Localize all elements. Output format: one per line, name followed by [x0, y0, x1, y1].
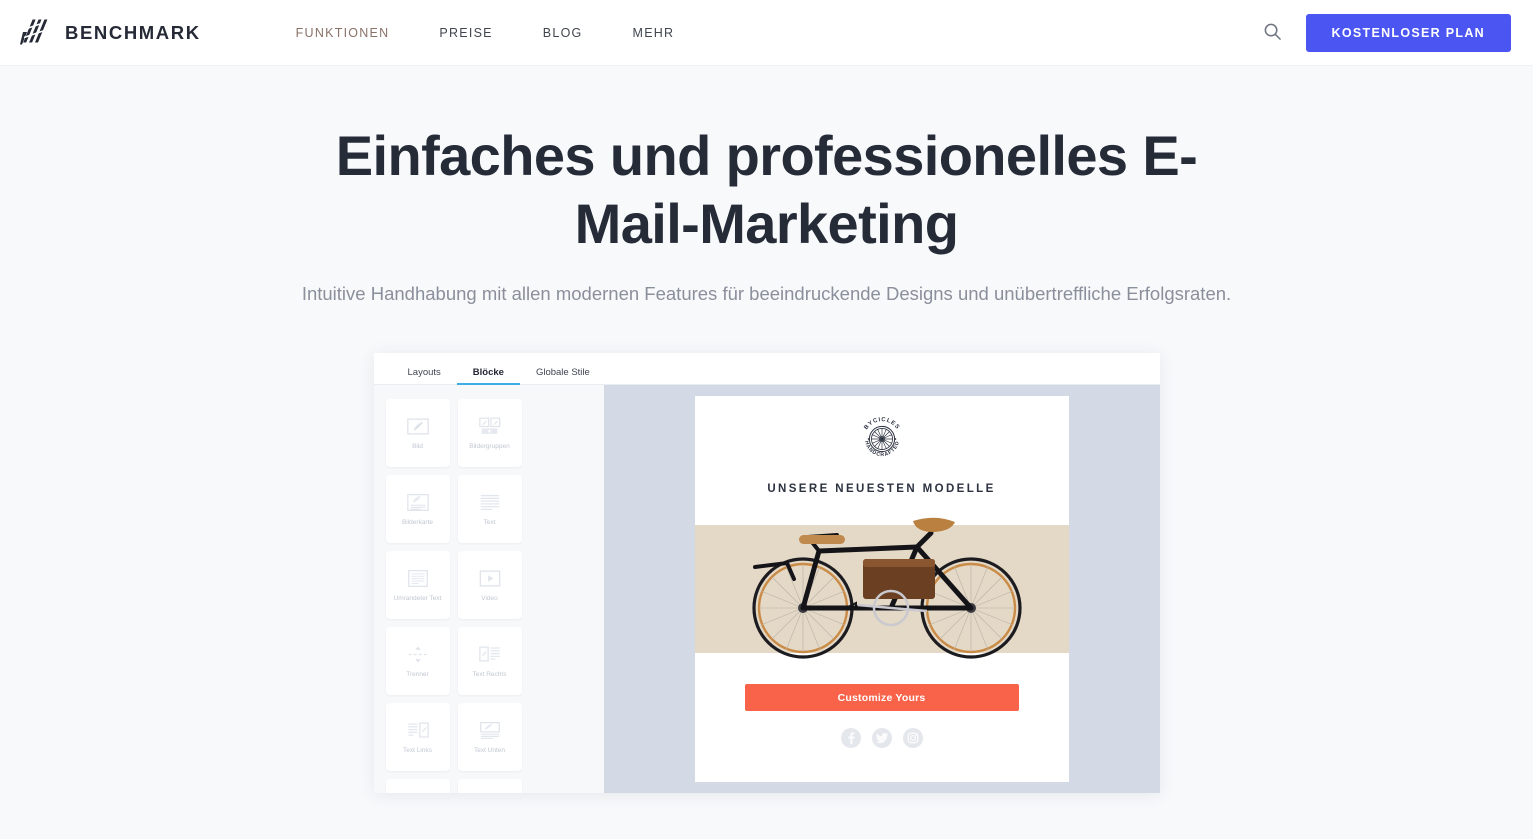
block-label: Bild	[412, 442, 423, 450]
block-label: Text Links	[403, 746, 432, 754]
block-item-umrandeter-text[interactable]: Umrandeter Text	[385, 551, 450, 619]
block-item-bildergruppen[interactable]: Bildergruppen	[457, 399, 522, 467]
top-navigation-bar: BENCHMARK FUNKTIONEN PREISE BLOG MEHR KO…	[0, 0, 1533, 66]
free-plan-cta-button[interactable]: KOSTENLOSER PLAN	[1305, 13, 1511, 52]
block-item-text-unten[interactable]: Text Unten	[457, 703, 522, 771]
bicycle-illustration	[751, 517, 1022, 659]
builder-body: Bild Bildergruppen Bilderkarte Text Umra…	[373, 385, 1160, 793]
twitter-icon[interactable]	[871, 728, 892, 748]
page-subtitle: Intuitive Handhabung mit allen modernen …	[301, 283, 1232, 304]
block-item-text[interactable]: Text	[457, 475, 522, 543]
email-cta-wrap: Customize Yours	[695, 670, 1069, 711]
primary-nav: FUNKTIONEN PREISE BLOG MEHR	[271, 16, 700, 50]
image-card-icon	[405, 492, 431, 514]
boxed-text-icon	[405, 568, 431, 590]
block-label: Umrandeter Text	[393, 594, 442, 602]
text-below-icon	[477, 720, 503, 742]
video-play-icon	[477, 568, 503, 590]
block-item-bilderkarte[interactable]: Bilderkarte	[385, 475, 450, 543]
email-heading: UNSERE NEUESTEN MODELLE	[767, 483, 996, 495]
block-label: Text	[483, 518, 496, 526]
benchmark-slashes-icon	[20, 18, 54, 48]
block-item-video[interactable]: Video	[457, 551, 522, 619]
tab-globale-stile[interactable]: Globale Stile	[520, 367, 606, 384]
block-item-text-links[interactable]: Text Links	[385, 703, 450, 771]
brand-logo[interactable]: BENCHMARK	[20, 18, 201, 48]
builder-tab-bar: Layouts Blöcke Globale Stile	[373, 353, 1160, 385]
text-left-icon	[405, 720, 431, 742]
facebook-icon[interactable]	[840, 728, 861, 748]
brand-name: BENCHMARK	[65, 21, 201, 43]
nav-link-blog[interactable]: BLOG	[518, 16, 608, 50]
nav-link-mehr[interactable]: MEHR	[608, 16, 700, 50]
text-lines-icon	[477, 492, 503, 514]
nav-link-funktionen[interactable]: FUNKTIONEN	[271, 16, 415, 50]
block-label: Bildergruppen	[469, 442, 510, 450]
block-item-button[interactable]: Button	[385, 779, 450, 793]
block-label: Trenner	[406, 670, 429, 678]
email-header: BYCICLES HANDCRAFTED UNSERE NEUESTEN MOD…	[695, 396, 1069, 507]
blocks-palette: Bild Bildergruppen Bilderkarte Text Umra…	[373, 385, 604, 793]
tab-layouts[interactable]: Layouts	[392, 367, 457, 384]
instagram-icon[interactable]	[902, 728, 923, 748]
bicycle-wheel-logo-icon: BYCICLES HANDCRAFTED	[695, 413, 1069, 470]
customize-yours-button[interactable]: Customize Yours	[744, 684, 1019, 711]
nav-link-preise[interactable]: PREISE	[414, 16, 517, 50]
email-preview[interactable]: BYCICLES HANDCRAFTED UNSERE NEUESTEN MOD…	[694, 396, 1069, 782]
hero-section: Einfaches und professionelles E-Mail-Mar…	[0, 66, 1533, 839]
block-label: Bilderkarte	[401, 518, 434, 526]
search-button[interactable]	[1258, 18, 1288, 48]
divider-icon	[405, 644, 431, 666]
email-builder-screenshot: Layouts Blöcke Globale Stile Bild Bilder…	[373, 353, 1160, 793]
tab-bloecke[interactable]: Blöcke	[456, 367, 521, 385]
block-item-trenner[interactable]: Trenner	[385, 627, 450, 695]
block-label: Video	[481, 594, 498, 602]
search-icon	[1263, 22, 1282, 44]
page-title: Einfaches und professionelles E-Mail-Mar…	[335, 124, 1198, 255]
block-item-text-rechts[interactable]: Text Rechts	[457, 627, 522, 695]
text-right-icon	[477, 644, 503, 666]
nav-right-group: KOSTENLOSER PLAN	[1258, 13, 1511, 52]
block-item-bild[interactable]: Bild	[385, 399, 450, 467]
block-label: Text Rechts	[472, 670, 507, 678]
email-social-row	[695, 711, 1069, 748]
email-hero-image	[694, 507, 1069, 670]
email-canvas[interactable]: BYCICLES HANDCRAFTED UNSERE NEUESTEN MOD…	[603, 385, 1160, 793]
image-group-icon	[477, 416, 503, 438]
block-label: Text Unten	[473, 746, 506, 754]
block-item-social-folgen[interactable]: f Social folgen	[457, 779, 522, 793]
image-icon	[405, 416, 431, 438]
